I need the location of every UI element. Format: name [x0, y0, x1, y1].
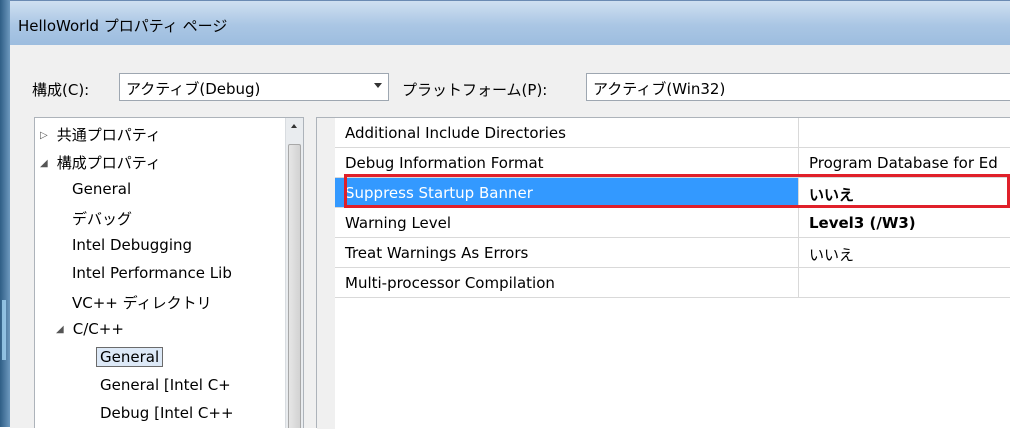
tree-item-intel-debugging[interactable]: Intel Debugging	[72, 234, 192, 258]
chevron-down-icon[interactable]	[374, 83, 382, 88]
property-name-cell: Multi-processor Compilation	[335, 268, 799, 298]
config-label: 構成(C):	[32, 81, 90, 99]
collapse-icon[interactable]: ◢	[56, 324, 68, 335]
property-grid: Additional Include Directories Debug Inf…	[316, 117, 1010, 429]
tree-item-label: Intel Performance Lib	[72, 264, 232, 282]
property-row-multi-processor-compilation[interactable]: Multi-processor Compilation	[335, 268, 1010, 298]
tree-item-label: Debug [Intel C++	[100, 404, 234, 422]
property-name: Additional Include Directories	[345, 124, 566, 142]
config-dropdown[interactable]: アクティブ(Debug)	[119, 73, 389, 101]
property-name: Treat Warnings As Errors	[345, 244, 529, 262]
property-name: Multi-processor Compilation	[345, 274, 555, 292]
tree-item-general[interactable]: General	[72, 178, 131, 202]
tree-item-label: デバッグ	[72, 210, 133, 228]
property-name-cell: Additional Include Directories	[335, 118, 799, 148]
scroll-up-button[interactable]	[286, 118, 303, 136]
tree-item-debugging[interactable]: デバッグ	[72, 206, 132, 230]
window-title: HelloWorld プロパティ ページ	[18, 17, 228, 35]
property-name: Warning Level	[345, 214, 452, 232]
property-pages-dialog: HelloWorld プロパティ ページ 構成(C): アクティブ(Debug)…	[10, 0, 1010, 429]
property-value-cell[interactable]	[799, 268, 1010, 298]
property-name-cell: Treat Warnings As Errors	[335, 238, 799, 268]
property-tree: ▷ 共通プロパティ ◢ 構成プロパティ General デバッグ Intel D…	[34, 117, 304, 428]
property-row-additional-include-directories[interactable]: Additional Include Directories	[335, 118, 1010, 148]
platform-value: アクティブ(Win32)	[593, 80, 726, 98]
tree-item-label: Intel Debugging	[72, 236, 193, 254]
tree-item-debug-intel-cpp[interactable]: Debug [Intel C++	[100, 402, 234, 426]
config-value: アクティブ(Debug)	[126, 80, 261, 98]
tree-item-label: General	[96, 347, 164, 367]
property-row-warning-level[interactable]: Warning Level Level3 (/W3)	[335, 208, 1010, 238]
property-row-treat-warnings-as-errors[interactable]: Treat Warnings As Errors いいえ	[335, 238, 1010, 268]
grid-gutter	[317, 118, 335, 429]
arrow-up-icon	[291, 124, 297, 128]
tree-item-label: General [Intel C+	[100, 376, 231, 394]
property-value-cell[interactable]	[799, 118, 1010, 148]
property-value: Program Database for Ed	[809, 154, 998, 172]
background-window-edge	[0, 0, 10, 427]
configuration-toolbar: 構成(C): アクティブ(Debug) プラットフォーム(P): アクティブ(W…	[10, 45, 1010, 107]
property-value: Level3 (/W3)	[809, 214, 916, 232]
tree-item-intel-performance-libraries[interactable]: Intel Performance Lib	[72, 262, 232, 286]
tree-item-general-intel-cpp[interactable]: General [Intel C+	[100, 374, 231, 398]
property-value: いいえ	[809, 246, 855, 264]
window-edge-glow	[2, 300, 6, 360]
tree-item-configuration-properties[interactable]: ◢ 構成プロパティ	[40, 150, 161, 174]
tree-item-c-cpp[interactable]: ◢ C/C++	[56, 318, 124, 342]
tree-item-label: General	[72, 180, 132, 198]
tree-item-label: 共通プロパティ	[56, 126, 161, 144]
tree-scrollbar[interactable]	[285, 118, 303, 428]
tree-item-vc-directories[interactable]: VC++ ディレクトリ	[72, 290, 212, 314]
tree-item-label: C/C++	[72, 320, 124, 338]
tree-item-common-properties[interactable]: ▷ 共通プロパティ	[40, 122, 161, 146]
tree-item-label: VC++ ディレクトリ	[72, 294, 212, 312]
scrollbar-thumb[interactable]	[288, 144, 301, 428]
title-bar[interactable]: HelloWorld プロパティ ページ	[10, 1, 1010, 46]
platform-label: プラットフォーム(P):	[402, 81, 548, 99]
tree-item-c-cpp-general[interactable]: General	[96, 346, 164, 370]
property-name: Debug Information Format	[345, 154, 544, 172]
expand-icon[interactable]: ▷	[40, 130, 52, 141]
property-name-cell: Warning Level	[335, 208, 799, 238]
highlight-annotation-box	[344, 174, 1010, 208]
collapse-icon[interactable]: ◢	[40, 158, 52, 169]
tree-item-label: 構成プロパティ	[56, 154, 161, 172]
property-value-cell[interactable]: いいえ	[799, 238, 1010, 268]
property-value-cell[interactable]: Level3 (/W3)	[799, 208, 1010, 238]
platform-dropdown[interactable]: アクティブ(Win32)	[586, 73, 1010, 101]
